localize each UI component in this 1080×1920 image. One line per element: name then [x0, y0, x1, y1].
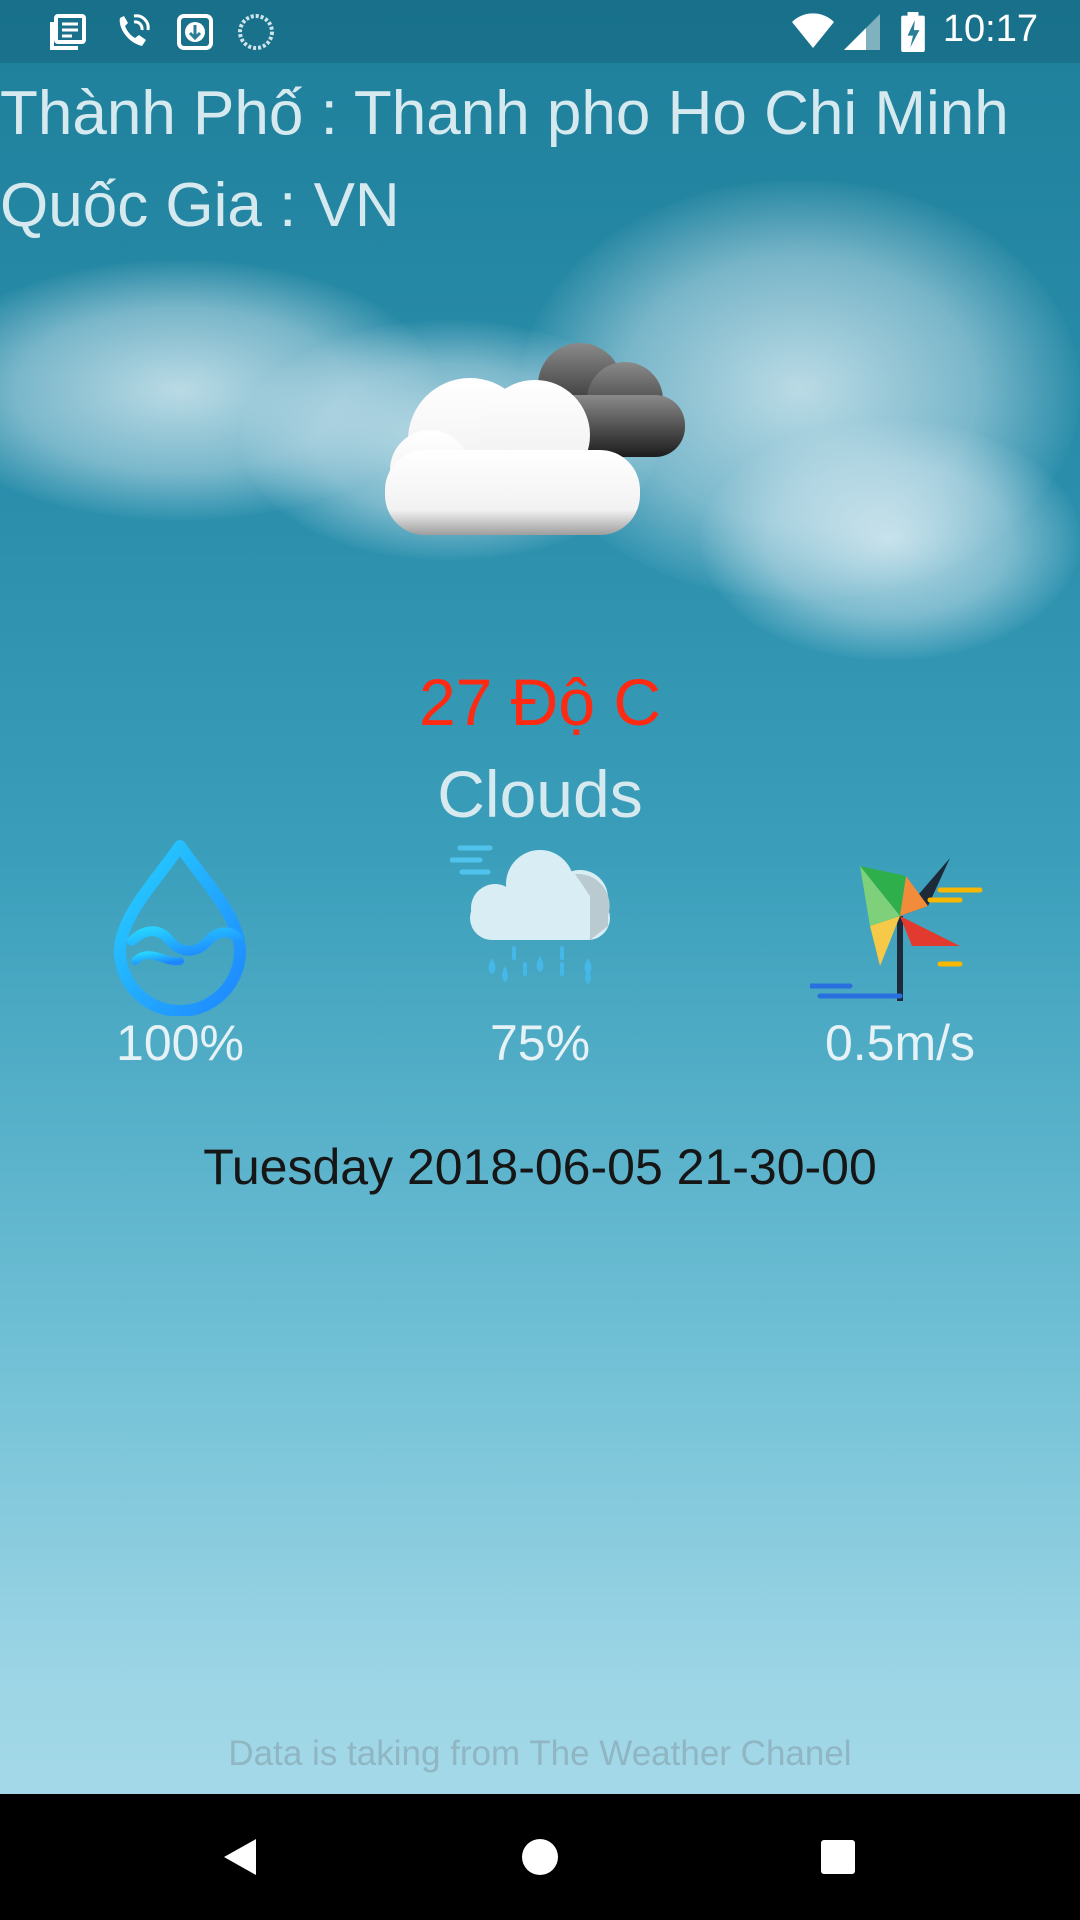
cell-signal-icon: [844, 14, 880, 50]
recents-icon[interactable]: [808, 1827, 868, 1887]
country-label: Quốc Gia : VN: [0, 171, 400, 240]
weather-screen: 10:17 Thành Phố : Thanh pho Ho Chi Minh …: [0, 0, 1080, 1920]
back-icon[interactable]: [210, 1827, 270, 1887]
rain-cloud-icon: [450, 845, 610, 984]
news-icon: [50, 14, 86, 50]
pinwheel-wind-icon: [810, 858, 983, 1001]
data-source-note: Data is taking from The Weather Chanel: [228, 1734, 852, 1773]
navigation-bar: [0, 1794, 1080, 1920]
battery-charging-icon: [901, 12, 925, 52]
city-label: Thành Phố : Thanh pho Ho Chi Minh: [0, 79, 1009, 148]
home-icon[interactable]: [510, 1827, 570, 1887]
sync-spinner-icon: [238, 14, 274, 50]
humidity-drop-icon: [114, 840, 246, 1016]
cloudy-icon: [385, 343, 685, 535]
weather-description: Clouds: [437, 757, 643, 831]
humidity-value: 100%: [116, 1015, 244, 1071]
status-time: 10:17: [942, 8, 1038, 50]
sky-cloud-decoration: [700, 420, 1080, 660]
status-bar: 10:17: [0, 0, 1080, 63]
phone-wifi-call-icon: [119, 14, 150, 46]
download-icon: [177, 14, 213, 50]
temperature-value: 27 Độ C: [418, 665, 662, 739]
wind-speed-value: 0.5m/s: [824, 1015, 976, 1071]
datetime-label: Tuesday 2018-06-05 21-30-00: [203, 1139, 877, 1195]
wifi-icon: [792, 13, 834, 48]
cloudiness-value: 75%: [489, 1015, 591, 1071]
